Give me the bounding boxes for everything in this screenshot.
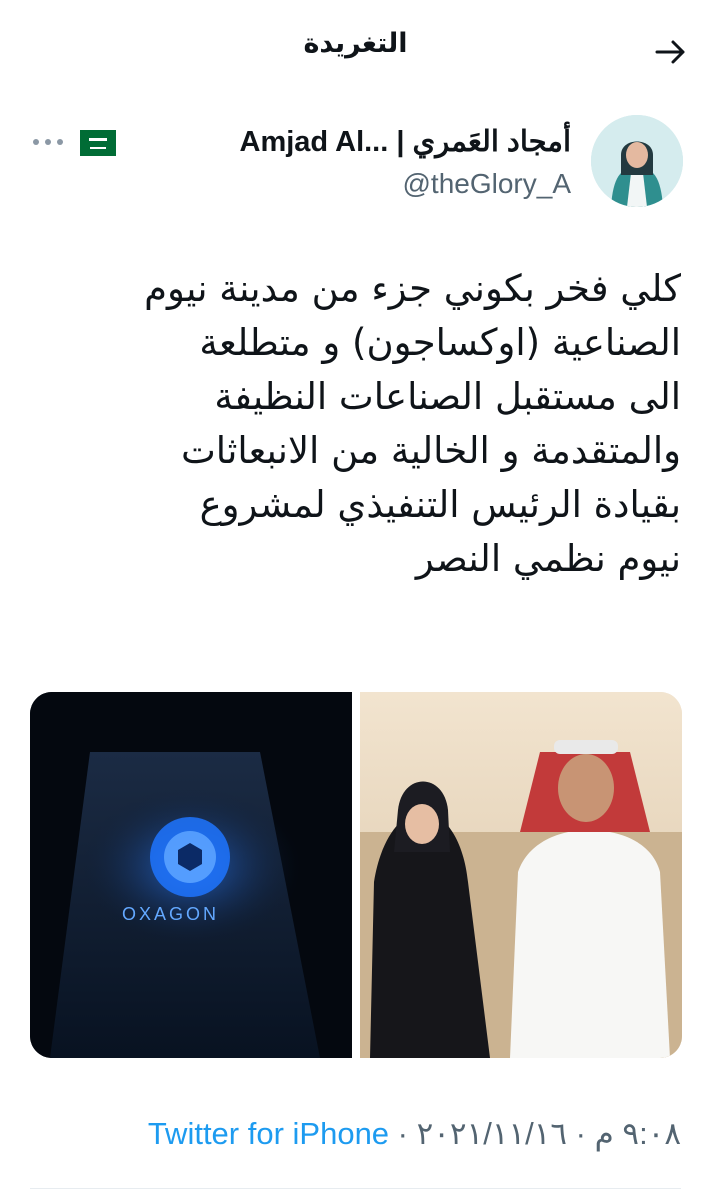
photo-image[interactable] [360, 692, 682, 1058]
avatar[interactable] [591, 115, 683, 207]
top-bar: التغريدة [0, 0, 711, 100]
oxagon-image[interactable]: OXAGON [30, 692, 352, 1058]
tweet-time: ٩:٠٨ م [594, 1116, 681, 1151]
divider [30, 1188, 681, 1189]
tweet-date: ٢٠٢١/١١/١٦ [416, 1116, 568, 1151]
tweet-text-line: بقيادة الرئيس التنفيذي لمشروع [199, 483, 681, 526]
oxagon-logo-text: OXAGON [122, 904, 220, 924]
meta-separator: · [567, 1116, 595, 1151]
tweet-text-line: الصناعية (اوكساجون) و متطلعة [199, 321, 681, 364]
tweet-text-line: كلي فخر بكوني جزء من مدينة نيوم [144, 267, 681, 310]
saudi-flag-icon [80, 130, 116, 156]
tweet-text: كلي فخر بكوني جزء من مدينة نيوم الصناعية… [31, 262, 681, 586]
meta-separator: · [389, 1116, 417, 1151]
avatar-image [591, 115, 683, 207]
more-horizontal-icon [33, 139, 63, 145]
display-name[interactable]: Amjad Al... | أمجاد العَمري [240, 124, 571, 159]
more-options-button[interactable] [30, 130, 66, 154]
tweet-text-line: والمتقدمة و الخالية من الانبعاثات [180, 429, 681, 472]
tweet-text-line: الى مستقبل الصناعات النظيفة [214, 375, 681, 418]
back-button[interactable] [653, 34, 689, 70]
page-title: التغريدة [303, 28, 408, 59]
arrow-right-icon [655, 40, 685, 64]
tweet-media: OXAGON [30, 692, 682, 1058]
tweet-meta: Twitter for iPhone · ٩:٠٨ م · ٢٠٢١/١١/١٦ [148, 1116, 681, 1152]
tweet-text-line: نيوم نظمي النصر [415, 537, 681, 580]
tweet-source-link[interactable]: Twitter for iPhone [148, 1116, 389, 1151]
tweet-author: Amjad Al... | أمجاد العَمري @theGlory_A [0, 110, 711, 220]
user-handle[interactable]: @theGlory_A [403, 168, 572, 200]
